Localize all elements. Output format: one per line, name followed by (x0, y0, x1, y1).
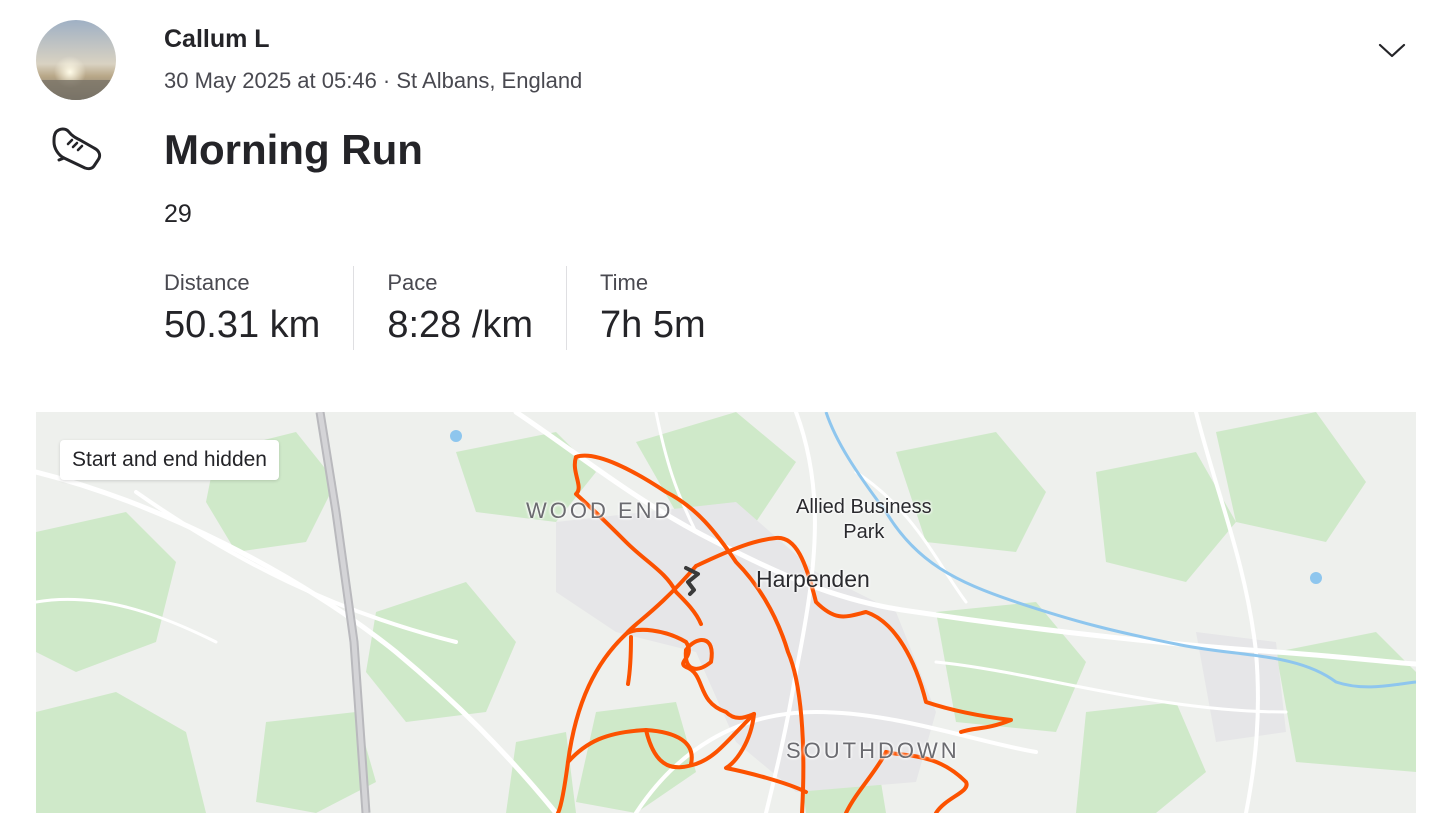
activity-stats: Distance 50.31 km Pace 8:28 /km Time 7h … (164, 266, 772, 350)
athlete-name[interactable]: Callum L (164, 25, 270, 54)
stat-value: 7h 5m (600, 304, 706, 346)
chevron-down-icon (1378, 43, 1406, 58)
avatar-image (36, 20, 116, 100)
map-pond (1310, 572, 1322, 584)
activity-description: 29 (164, 200, 192, 228)
map-label-wood-end: WOOD END (526, 498, 674, 523)
activity-menu-button[interactable] (1374, 36, 1410, 66)
athlete-avatar[interactable] (36, 20, 116, 100)
stat-label: Distance (164, 270, 250, 295)
activity-meta: 30 May 2025 at 05:46 · St Albans, Englan… (164, 68, 583, 93)
stat-label: Pace (387, 270, 438, 295)
map-label-harpenden: Harpenden (756, 566, 870, 592)
stat-time: Time 7h 5m (600, 266, 739, 350)
map-label-allied-business-park: Allied Business Park (796, 496, 932, 543)
map-pond (450, 430, 462, 442)
activity-map[interactable]: Start and end hidden WOOD END Allied Bus… (36, 412, 1416, 813)
activity-title[interactable]: Morning Run (164, 126, 423, 174)
stat-label: Time (600, 270, 649, 295)
map-label-southdown: SOUTHDOWN (786, 738, 960, 763)
stat-value: 8:28 /km (387, 304, 534, 346)
privacy-badge: Start and end hidden (60, 440, 279, 480)
stat-distance: Distance 50.31 km (164, 266, 355, 350)
stat-value: 50.31 km (164, 304, 321, 346)
stat-pace: Pace 8:28 /km (387, 266, 568, 350)
running-shoe-icon (50, 122, 104, 176)
